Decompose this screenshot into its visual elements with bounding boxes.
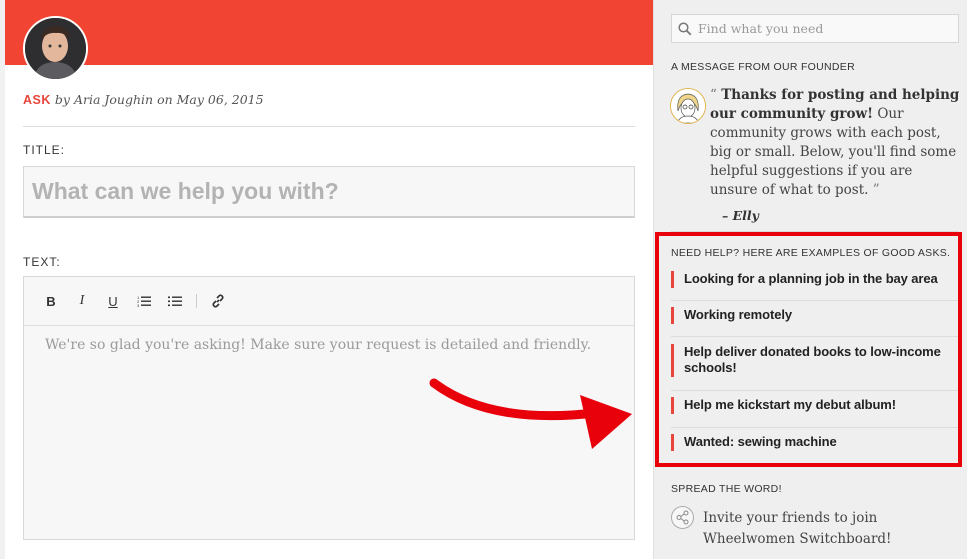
header-banner — [5, 0, 653, 65]
link-icon[interactable] — [208, 291, 228, 311]
title-placeholder: What can we help you with? — [32, 178, 339, 204]
search-input[interactable]: Find what you need — [671, 14, 959, 43]
editor-toolbar: B I U 1 2 3 — [24, 277, 634, 326]
annotation-highlight-box — [655, 232, 962, 467]
text-placeholder: We're so glad you're asking! Make sure y… — [45, 337, 592, 353]
title-label: TITLE: — [23, 143, 66, 157]
svg-text:3: 3 — [137, 303, 140, 307]
founder-heading: A MESSAGE FROM OUR FOUNDER — [671, 61, 855, 73]
text-label: TEXT: — [23, 255, 61, 269]
underline-button[interactable]: U — [103, 291, 123, 311]
post-byline: ASK by Aria Joughin on May 06, 2015 — [23, 92, 264, 107]
title-input[interactable]: What can we help you with? — [23, 166, 635, 218]
author-avatar[interactable] — [23, 16, 88, 81]
spread-heading: SPREAD THE WORD! — [671, 483, 782, 495]
search-icon — [678, 21, 692, 35]
ordered-list-icon[interactable]: 1 2 3 — [134, 291, 154, 311]
founder-quote: “ Thanks for posting and helping our com… — [710, 87, 960, 198]
author-name[interactable]: Aria Joughin — [74, 92, 153, 107]
search-placeholder: Find what you need — [698, 21, 824, 36]
italic-button[interactable]: I — [72, 291, 92, 311]
annotation-arrow-icon — [429, 378, 632, 449]
share-icon[interactable] — [671, 506, 694, 529]
invite-friends-link[interactable]: Invite your friends to join Wheelwomen S… — [703, 508, 958, 550]
founder-signature: – Elly — [722, 208, 759, 223]
post-type-badge[interactable]: ASK — [23, 93, 51, 107]
bold-button[interactable]: B — [41, 291, 61, 311]
bullet-list-icon[interactable] — [165, 291, 185, 311]
post-date: May 06, 2015 — [176, 92, 264, 107]
divider — [23, 126, 635, 127]
toolbar-separator — [196, 294, 197, 308]
founder-avatar — [670, 88, 706, 124]
